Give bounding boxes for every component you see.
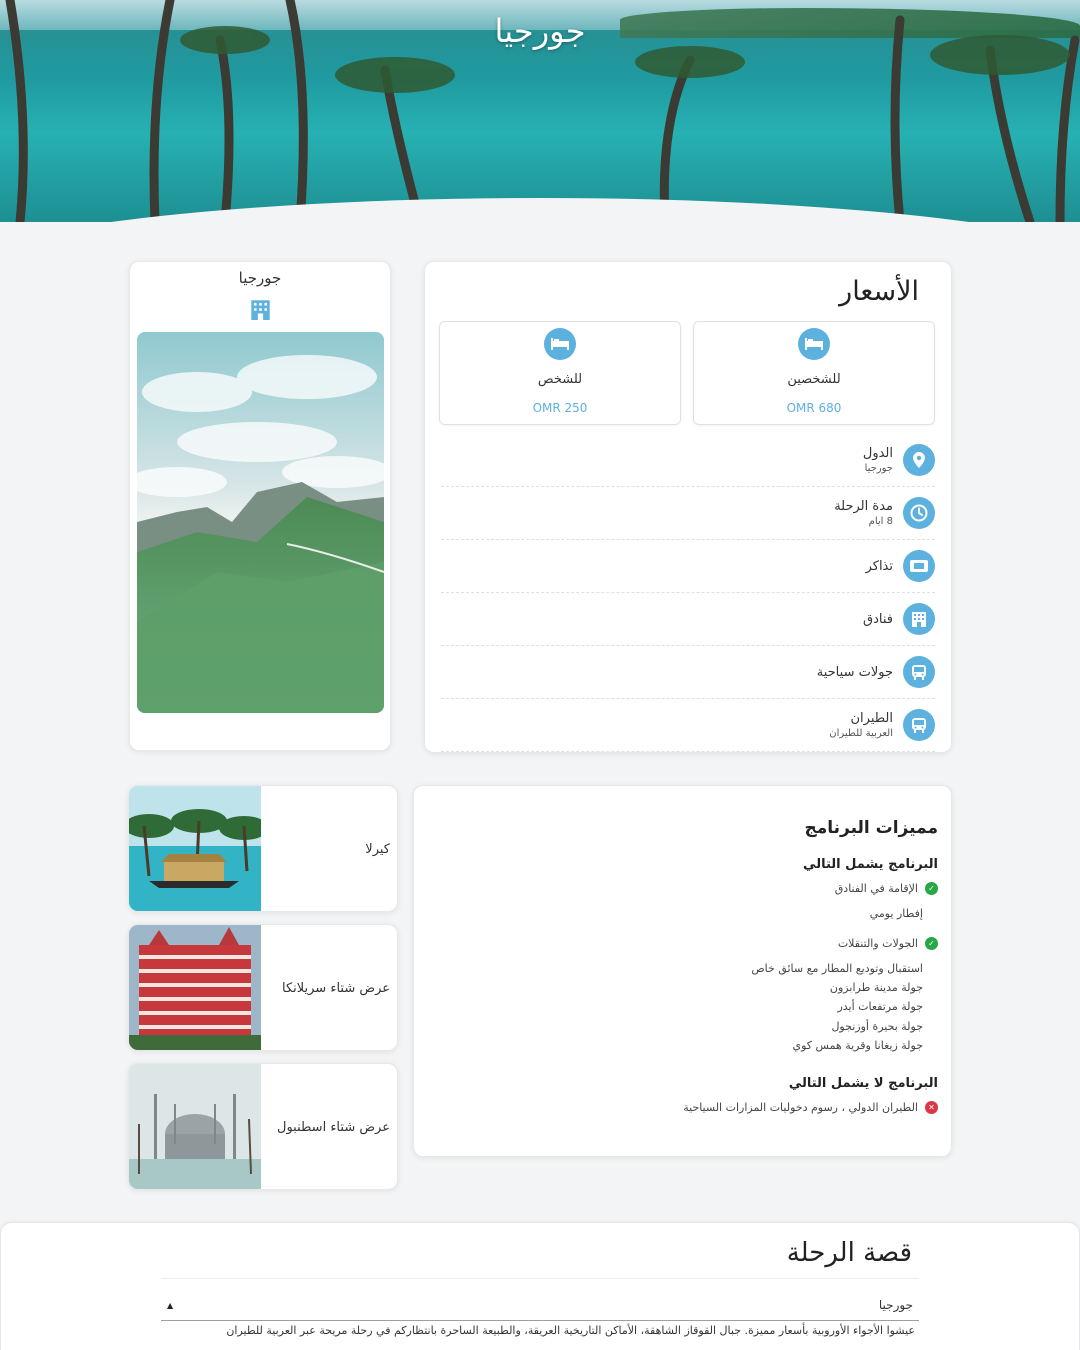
offer-label: عرض شتاء اسطنبول (277, 1120, 390, 1135)
offer-image-srilanka (129, 925, 261, 1050)
price-option-two-persons[interactable]: للشخصين 680 OMR (693, 321, 935, 425)
detail-row-tickets: تذاكر (441, 540, 935, 593)
detail-value: جورجيا (864, 463, 893, 474)
check-icon: ✓ (925, 937, 938, 950)
detail-row-duration: مدة الرحلة 8 ايام (441, 487, 935, 540)
x-icon: ✕ (925, 1101, 938, 1114)
prices-card: الأسعار للشخصين 680 OMR للشخص 250 OMR ال… (424, 261, 952, 753)
detail-row-countries: الدول جورجيا (441, 434, 935, 487)
destination-card[interactable]: جورجيا (129, 261, 391, 751)
detail-row-flight: الطيران العربية للطيران (441, 699, 935, 752)
offer-card-istanbul[interactable]: عرض شتاء اسطنبول (128, 1063, 398, 1190)
detail-label: جولات سياحية (816, 664, 893, 680)
price-label: للشخص (537, 372, 583, 387)
divider (161, 1320, 919, 1321)
bed-icon (544, 328, 576, 360)
bus-icon (903, 709, 935, 741)
trip-story-section: قصة الرحلة جورجيا ▲ عيشوا الأجواء الأورو… (0, 1222, 1080, 1350)
offer-label: عرض شتاء سريلانكا (282, 981, 390, 996)
bus-icon (903, 656, 935, 688)
excluded-title: البرنامج لا يشمل التالي (788, 1076, 938, 1091)
excluded-item-label: الطيران الدولي ، رسوم دخوليات المزارات ا… (683, 1101, 918, 1114)
hero-banner: جورجيا (0, 0, 1080, 222)
detail-label: مدة الرحلة (834, 499, 893, 514)
offer-image-kerala (129, 786, 261, 911)
destination-title: جورجيا (238, 269, 282, 287)
clock-icon (903, 497, 935, 529)
bed-icon (798, 328, 830, 360)
price-value: 680 OMR (786, 401, 842, 415)
detail-value: العربية للطيران (829, 728, 893, 739)
trip-details-list: الدول جورجيا مدة الرحلة 8 ايام تذاكر فنادق… (441, 434, 935, 752)
story-body: عيشوا الأجواء الأوروبية بأسعار مميزة. جب… (226, 1324, 915, 1337)
included-detail: جولة زيغانا وقرية همس كوي (792, 1039, 923, 1052)
offer-label: كيرلا (365, 842, 390, 857)
included-item: ✓ الإقامة في الفنادق (835, 882, 938, 895)
detail-row-hotels: فنادق (441, 593, 935, 646)
included-title: البرنامج يشمل التالي (803, 857, 938, 872)
prices-heading: الأسعار (839, 276, 919, 307)
location-pin-icon (903, 444, 935, 476)
divider (161, 1278, 919, 1279)
caret-up-icon[interactable]: ▲ (167, 1301, 173, 1310)
hotel-icon (250, 299, 271, 324)
included-detail: جولة مدينة طرابزون (829, 981, 923, 994)
ticket-icon (903, 550, 935, 582)
detail-row-tours: جولات سياحية (441, 646, 935, 699)
detail-label: فنادق (863, 611, 893, 627)
hotel-icon (903, 603, 935, 635)
detail-label: الطيران (850, 711, 894, 726)
included-detail: استقبال وتوديع المطار مع سائق خاص (751, 962, 923, 975)
program-features-card: مميزات البرنامج البرنامج يشمل التالي ✓ ا… (413, 785, 952, 1157)
included-detail: إفطار يومي (869, 907, 923, 920)
detail-label: الدول (862, 446, 893, 461)
detail-label: تذاكر (865, 558, 893, 574)
destination-photo (137, 332, 384, 713)
included-detail: جولة مرتفعات أيدر (837, 1000, 923, 1013)
page-title: جورجيا (494, 12, 586, 50)
check-icon: ✓ (925, 882, 938, 895)
included-detail: جولة بحيرة أوزنجول (831, 1020, 923, 1033)
included-item: ✓ الجولات والتنقلات (838, 937, 938, 950)
features-heading: مميزات البرنامج (804, 818, 938, 838)
offer-image-istanbul (129, 1064, 261, 1189)
price-label: للشخصين (787, 372, 841, 387)
offer-card-srilanka[interactable]: عرض شتاء سريلانكا (128, 924, 398, 1051)
detail-value: 8 ايام (868, 516, 893, 527)
price-value: 250 OMR (532, 401, 588, 415)
accordion-title[interactable]: جورجيا (879, 1298, 913, 1312)
offer-card-kerala[interactable]: كيرلا (128, 785, 398, 912)
price-option-one-person[interactable]: للشخص 250 OMR (439, 321, 681, 425)
included-item-label: الإقامة في الفنادق (834, 882, 918, 895)
excluded-item: ✕ الطيران الدولي ، رسوم دخوليات المزارات… (683, 1101, 938, 1114)
story-heading: قصة الرحلة (786, 1238, 912, 1268)
included-item-label: الجولات والتنقلات (837, 937, 918, 950)
